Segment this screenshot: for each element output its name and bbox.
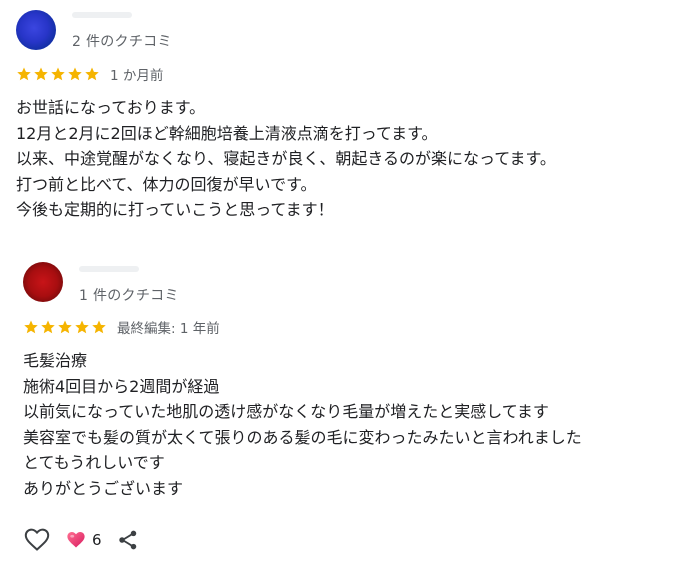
review-date: 1 か月前 — [110, 68, 164, 84]
reviewer-avatar[interactable] — [23, 262, 63, 302]
reviewer-name-redacted — [79, 266, 139, 272]
share-icon — [118, 530, 136, 550]
star-icon — [92, 320, 106, 334]
reviewer-name-redacted — [72, 12, 132, 18]
star-icon — [85, 67, 99, 81]
review-text-line: とてもうれしいです — [23, 453, 165, 473]
review-text-line: お世話になっております。 — [16, 98, 206, 117]
review-text-line: 施術4回目から2週間が経過 — [23, 376, 220, 396]
review-text: お世話になっております。 12月と2月に2回ほど幹細胞培養上清液点滴を打ってます… — [16, 95, 556, 223]
review-text-line: 打つ前と比べて、体力の回復が早いです。 — [16, 174, 317, 194]
review-text: 毛髪治療 施術4回目から2週間が経過 以前気になっていた地肌の透け感がなくなり毛… — [23, 348, 582, 502]
share-button[interactable] — [116, 528, 140, 552]
star-icon — [34, 67, 48, 81]
star-icon — [24, 320, 38, 334]
review-text-line: 12月と2月に2回ほど幹細胞培養上清液点滴を打ってます。 — [16, 123, 438, 143]
reviewer-avatar[interactable] — [16, 10, 56, 50]
star-rating — [23, 319, 107, 335]
review-text-line: 以前気になっていた地肌の透け感がなくなり毛量が増えたと実感してます — [23, 402, 549, 422]
review-date: 最終編集: 1 年前 — [117, 321, 220, 337]
star-rating — [16, 66, 100, 82]
star-icon — [51, 67, 65, 81]
review-text-line: ありがとうございます — [23, 478, 184, 498]
star-icon — [17, 67, 31, 81]
review-actions: 6 — [23, 526, 140, 554]
star-icon — [68, 67, 82, 81]
rating-row: 最終編集: 1 年前 — [23, 317, 220, 337]
star-icon — [41, 320, 55, 334]
star-icon — [58, 320, 72, 334]
reviewer-review-count[interactable]: 2 件のクチコミ — [72, 31, 172, 51]
reaction-count: 6 — [92, 531, 102, 549]
reviewer-review-count[interactable]: 1 件のクチコミ — [79, 285, 179, 305]
review-text-line: 以来、中途覚醒がなくなり、寝起きが良く、朝起きるのが楽になってます。 — [16, 149, 556, 169]
heart-outline-icon — [24, 528, 50, 551]
reaction-summary[interactable]: 6 — [66, 531, 102, 549]
review-text-line: 美容室でも髪の質が太くて張りのある髪の毛に変わったみたいと言われました — [23, 427, 582, 447]
heart-filled-icon — [67, 532, 85, 548]
star-icon — [75, 320, 89, 334]
rating-row: 1 か月前 — [16, 64, 163, 84]
like-button[interactable] — [23, 526, 51, 554]
review-text-line: 毛髪治療 — [23, 351, 88, 370]
review-text-line: 今後も定期的に打っていこうと思ってます！ — [16, 200, 334, 220]
